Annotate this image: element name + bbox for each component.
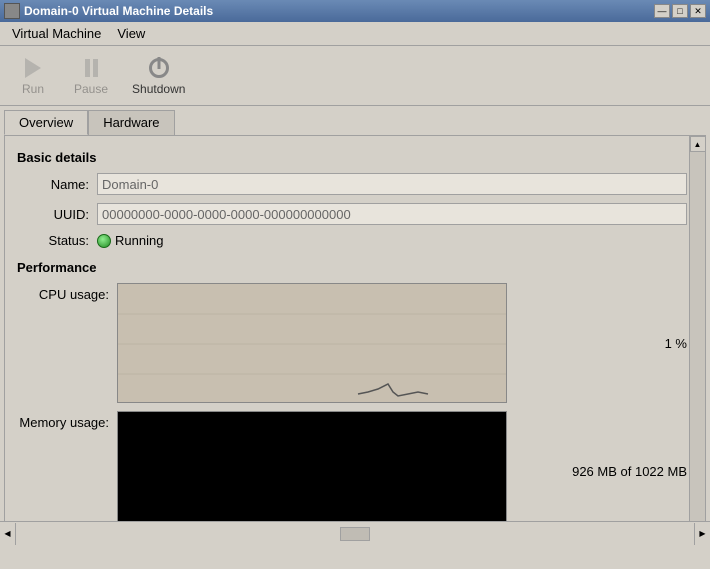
run-label: Run	[22, 82, 44, 96]
performance-title: Performance	[17, 260, 687, 275]
toolbar: Run Pause Shutdown	[0, 46, 710, 106]
close-button[interactable]: ✕	[690, 4, 706, 18]
status-value: Running	[115, 233, 163, 248]
status-indicator: Running	[97, 233, 163, 248]
scrollbar-up-arrow[interactable]: ▲	[690, 136, 706, 152]
cpu-chart	[117, 283, 507, 403]
name-label: Name:	[17, 177, 97, 192]
shutdown-icon	[147, 56, 171, 80]
cpu-row: CPU usage: 1	[17, 283, 687, 403]
play-icon	[21, 56, 45, 80]
menu-item-view[interactable]: View	[109, 24, 153, 43]
memory-value: 926 MB of 1022 MB	[564, 464, 687, 479]
menu-bar: Virtual Machine View	[0, 22, 710, 46]
uuid-row: UUID:	[17, 203, 687, 225]
shutdown-label: Shutdown	[132, 82, 185, 96]
content-panel: Basic details Name: UUID: Status: Runnin…	[4, 135, 706, 540]
pause-icon	[79, 56, 103, 80]
basic-details-title: Basic details	[17, 150, 687, 165]
scroll-track[interactable]	[16, 523, 694, 545]
cpu-chart-svg	[118, 284, 506, 402]
cpu-label: CPU usage:	[17, 283, 117, 302]
shutdown-button[interactable]: Shutdown	[124, 52, 193, 100]
status-label: Status:	[17, 233, 97, 248]
menu-item-virtual-machine[interactable]: Virtual Machine	[4, 24, 109, 43]
title-bar-controls: — □ ✕	[654, 4, 706, 18]
title-bar-left: Domain-0 Virtual Machine Details	[4, 3, 213, 19]
cpu-value: 1 %	[657, 336, 687, 351]
panel-inner: Basic details Name: UUID: Status: Runnin…	[5, 136, 705, 539]
status-row: Status: Running	[17, 233, 687, 248]
name-row: Name:	[17, 173, 687, 195]
uuid-input[interactable]	[97, 203, 687, 225]
memory-row: Memory usage: 926 MB of 1022 MB	[17, 411, 687, 531]
tab-overview[interactable]: Overview	[4, 110, 88, 135]
name-input[interactable]	[97, 173, 687, 195]
main-content: Overview Hardware Basic details Name: UU…	[0, 106, 710, 545]
scrollbar: ▲ ▼	[689, 136, 705, 539]
tab-hardware[interactable]: Hardware	[88, 110, 174, 135]
run-button[interactable]: Run	[8, 52, 58, 100]
cpu-chart-area	[117, 283, 657, 403]
window-title: Domain-0 Virtual Machine Details	[24, 4, 213, 18]
performance-section: Performance CPU usage:	[17, 260, 687, 531]
title-bar: Domain-0 Virtual Machine Details — □ ✕	[0, 0, 710, 22]
memory-chart-area	[117, 411, 564, 531]
vm-icon	[4, 3, 20, 19]
pause-label: Pause	[74, 82, 108, 96]
status-dot	[97, 234, 111, 248]
status-bar: ◀ ▶	[0, 521, 710, 545]
scroll-thumb[interactable]	[340, 527, 370, 541]
minimize-button[interactable]: —	[654, 4, 670, 18]
pause-button[interactable]: Pause	[66, 52, 116, 100]
memory-chart	[117, 411, 507, 531]
maximize-button[interactable]: □	[672, 4, 688, 18]
scroll-left-button[interactable]: ◀	[0, 523, 16, 545]
tab-bar: Overview Hardware	[4, 110, 706, 135]
scrollbar-track[interactable]	[690, 152, 705, 523]
memory-label: Memory usage:	[17, 411, 117, 430]
uuid-label: UUID:	[17, 207, 97, 222]
scroll-right-button[interactable]: ▶	[694, 523, 710, 545]
